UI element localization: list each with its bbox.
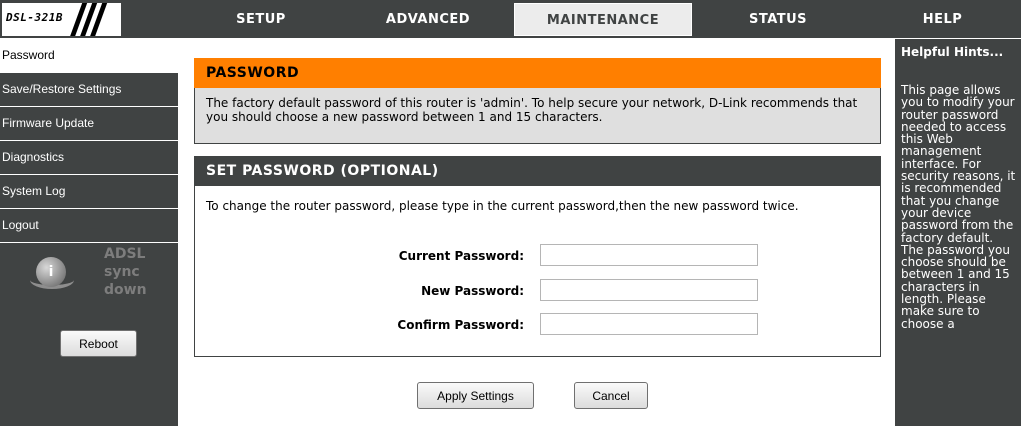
- set-password-section-body: To change the router password, please ty…: [194, 186, 881, 357]
- password-section-title: PASSWORD: [194, 58, 881, 88]
- sidebar-item-firmware-update[interactable]: Firmware Update: [0, 107, 178, 141]
- adsl-status: i ADSL sync down: [30, 246, 156, 317]
- password-description: The factory default password of this rou…: [206, 96, 858, 124]
- tab-status[interactable]: STATUS: [693, 3, 863, 36]
- model-name: DSL-321B: [6, 11, 63, 24]
- tab-maintenance[interactable]: MAINTENANCE: [514, 3, 692, 36]
- helpful-hints-panel: Helpful Hints... This page allows you to…: [895, 39, 1021, 426]
- current-password-field[interactable]: [540, 244, 758, 266]
- confirm-password-field[interactable]: [540, 313, 758, 335]
- hints-body: This page allows you to modify your rout…: [901, 83, 1016, 331]
- reboot-button[interactable]: Reboot: [60, 330, 137, 357]
- apply-settings-button[interactable]: Apply Settings: [417, 382, 534, 409]
- current-password-label: Current Password:: [398, 249, 524, 263]
- cancel-button[interactable]: Cancel: [574, 382, 648, 409]
- new-password-label: New Password:: [421, 284, 524, 298]
- tab-advanced[interactable]: ADVANCED: [343, 3, 513, 36]
- sidebar-item-system-log[interactable]: System Log: [0, 175, 178, 209]
- new-password-field[interactable]: [540, 279, 758, 301]
- sidebar: Password Save/Restore Settings Firmware …: [0, 39, 178, 426]
- top-navigation-bar: DSL-321B SETUP ADVANCED MAINTENANCE STAT…: [0, 0, 1021, 38]
- password-section-body: The factory default password of this rou…: [194, 88, 881, 144]
- logo-stripes: [69, 3, 121, 36]
- info-icon: i: [36, 257, 66, 287]
- adsl-status-line3: down: [104, 282, 147, 298]
- adsl-status-line1: ADSL: [104, 246, 146, 262]
- tab-setup[interactable]: SETUP: [180, 3, 342, 36]
- model-logo: DSL-321B: [2, 3, 121, 36]
- sidebar-item-password[interactable]: Password: [0, 39, 178, 73]
- sidebar-item-diagnostics[interactable]: Diagnostics: [0, 141, 178, 175]
- sidebar-item-save-restore[interactable]: Save/Restore Settings: [0, 73, 178, 107]
- set-password-section-title: SET PASSWORD (OPTIONAL): [194, 156, 881, 186]
- adsl-status-line2: sync: [104, 264, 140, 280]
- confirm-password-label: Confirm Password:: [397, 318, 524, 332]
- sidebar-item-logout[interactable]: Logout: [0, 209, 178, 243]
- set-password-description: To change the router password, please ty…: [206, 199, 799, 213]
- tab-help[interactable]: HELP: [864, 3, 1021, 36]
- hints-title: Helpful Hints...: [901, 45, 1004, 59]
